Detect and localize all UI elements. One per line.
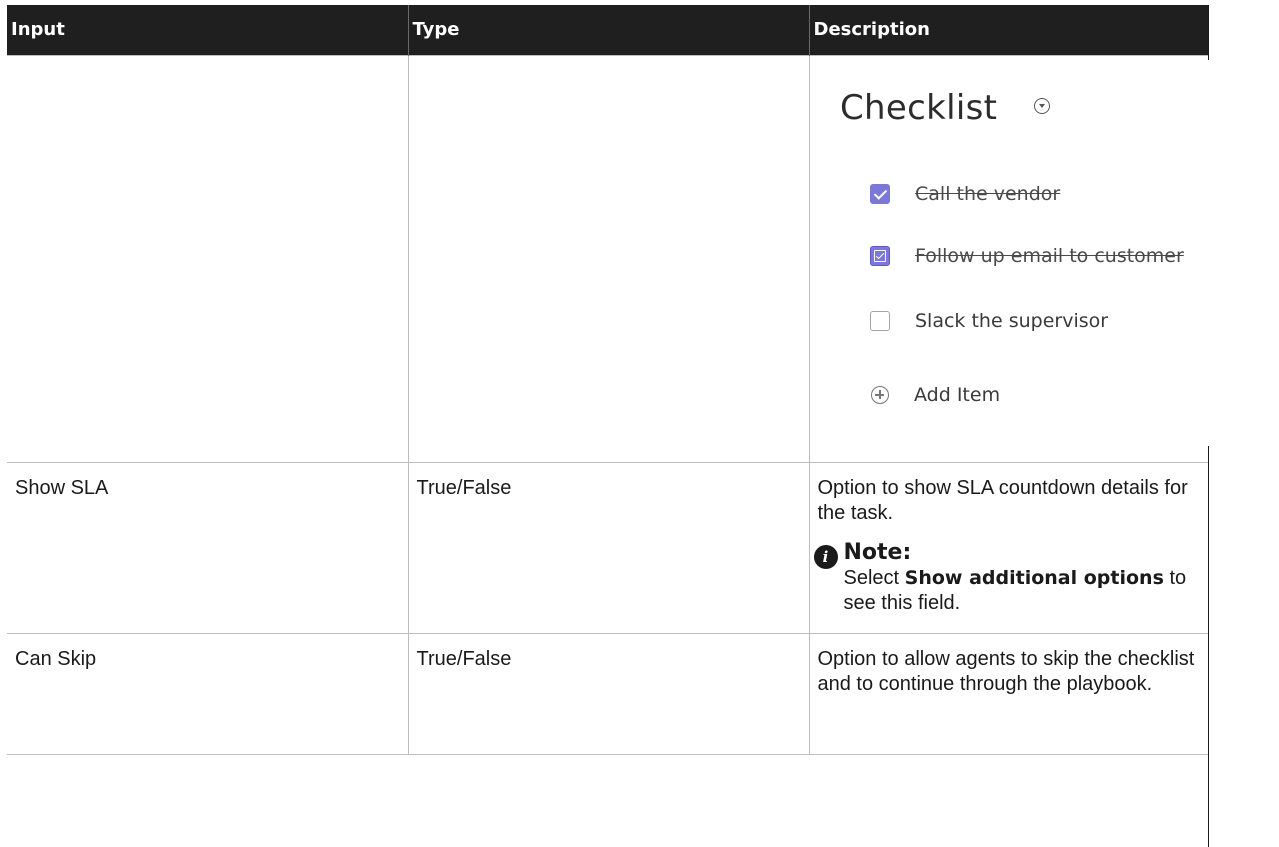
header-input: Input	[7, 5, 408, 55]
note-bold-text: Show additional options	[904, 566, 1164, 589]
note-block: i Note: Select Show additional options t…	[813, 539, 1202, 616]
checkbox-checked-icon[interactable]	[870, 184, 890, 204]
header-description: Description	[808, 5, 1209, 55]
cell-description: Option to allow agents to skip the check…	[808, 632, 1209, 755]
add-item-label: Add Item	[914, 384, 1001, 406]
plus-circle-icon	[871, 386, 889, 404]
cell-input: Can Skip	[7, 632, 409, 755]
checkbox-checked-icon[interactable]	[870, 246, 890, 266]
table-row: Show SLA True/False Option to show SLA c…	[7, 461, 1209, 634]
checklist-item-label: Call the vendor	[915, 183, 1061, 205]
table-header-row: Input Type Description	[7, 5, 1209, 55]
note-body: Select Show additional options to see th…	[844, 566, 1202, 616]
checklist-item-label: Follow up email to customer	[915, 245, 1184, 267]
checklist-preview-image: Checklist Call the vendor Follow up emai…	[812, 60, 1279, 445]
info-icon: i	[813, 544, 838, 569]
cell-type: True/False	[407, 632, 810, 755]
document-page: Input Type Description Show SLA True/Fal…	[0, 0, 1279, 847]
add-item-button[interactable]: Add Item	[870, 382, 1000, 408]
table-right-border	[1208, 446, 1209, 847]
cell-type: True/False	[407, 461, 810, 634]
description-text: Option to show SLA countdown details for…	[817, 476, 1188, 524]
note-text-before: Select	[843, 566, 900, 589]
checklist-title: Checklist	[840, 88, 998, 128]
cell-type	[407, 54, 810, 463]
header-type: Type	[407, 5, 809, 55]
note-title: Note:	[843, 539, 912, 565]
table-row: Can Skip True/False Option to allow agen…	[7, 632, 1209, 755]
cell-input	[7, 54, 409, 463]
checklist-item[interactable]: Slack the supervisor	[870, 308, 1108, 334]
checklist-item[interactable]: Follow up email to customer	[870, 243, 1184, 269]
checklist-item[interactable]: Call the vendor	[870, 181, 1060, 207]
checkbox-unchecked-icon[interactable]	[870, 311, 890, 331]
table-right-border	[1208, 5, 1209, 60]
cell-description: Option to show SLA countdown details for…	[808, 461, 1209, 634]
chevron-down-icon[interactable]	[1034, 98, 1050, 114]
cell-input: Show SLA	[7, 461, 409, 634]
checklist-item-label: Slack the supervisor	[915, 310, 1109, 332]
